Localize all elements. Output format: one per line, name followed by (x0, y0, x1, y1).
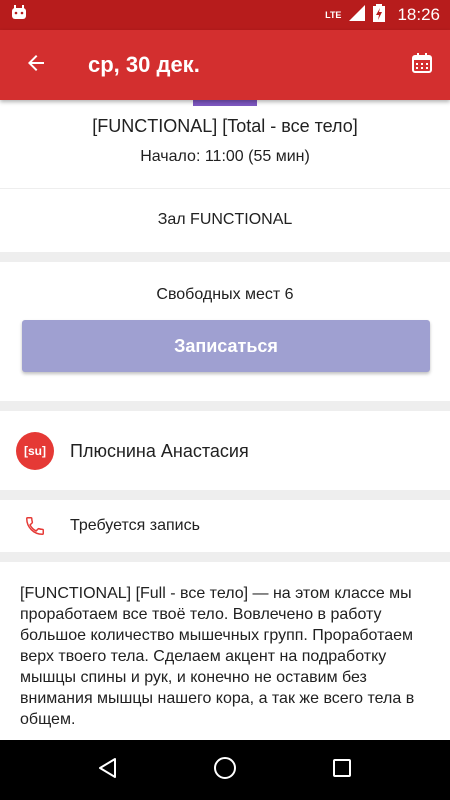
contact-label: Требуется запись (70, 517, 200, 534)
calendar-icon (411, 52, 433, 79)
tab-indicator (193, 100, 257, 106)
nav-home-button[interactable] (201, 746, 249, 794)
class-description: [FUNCTIONAL] [Full - все тело] — на этом… (20, 585, 415, 728)
nav-back-button[interactable] (84, 746, 132, 794)
recents-square-icon (332, 758, 352, 783)
status-time: 18:26 (397, 5, 440, 24)
divider (0, 188, 450, 189)
page-title: ср, 30 дек. (88, 52, 200, 77)
signal-icon (349, 4, 366, 26)
app-bar: ср, 30 дек. (0, 30, 450, 100)
android-notification-icon (10, 4, 28, 27)
system-nav-bar (0, 740, 450, 800)
avatar: [su] (16, 432, 54, 470)
trainer-name: Плюснина Анастасия (70, 440, 249, 461)
free-seats-label: Свободных мест 6 (156, 286, 294, 303)
phone-icon (24, 513, 46, 539)
hall-label: Зал FUNCTIONAL (157, 211, 293, 228)
arrow-left-icon (24, 51, 48, 80)
battery-charging-icon (373, 3, 386, 27)
class-title: [FUNCTIONAL] [Total - все тело] (92, 116, 358, 136)
calendar-button[interactable] (394, 30, 450, 100)
home-circle-icon (213, 756, 237, 785)
section-divider (0, 552, 450, 562)
signup-button[interactable]: Записаться (22, 320, 430, 372)
section-divider (0, 490, 450, 500)
contact-row[interactable]: Требуется запись (0, 503, 450, 549)
back-triangle-icon (97, 757, 119, 784)
class-start-time: Начало: 11:00 (55 мин) (140, 148, 310, 165)
section-divider (0, 252, 450, 262)
back-button[interactable] (0, 30, 72, 100)
network-type-label: LTE (325, 10, 342, 20)
nav-recents-button[interactable] (318, 746, 366, 794)
trainer-row[interactable]: [su] Плюснина Анастасия (0, 412, 450, 490)
status-bar: LTE 18:26 (0, 0, 450, 30)
section-divider (0, 401, 450, 411)
